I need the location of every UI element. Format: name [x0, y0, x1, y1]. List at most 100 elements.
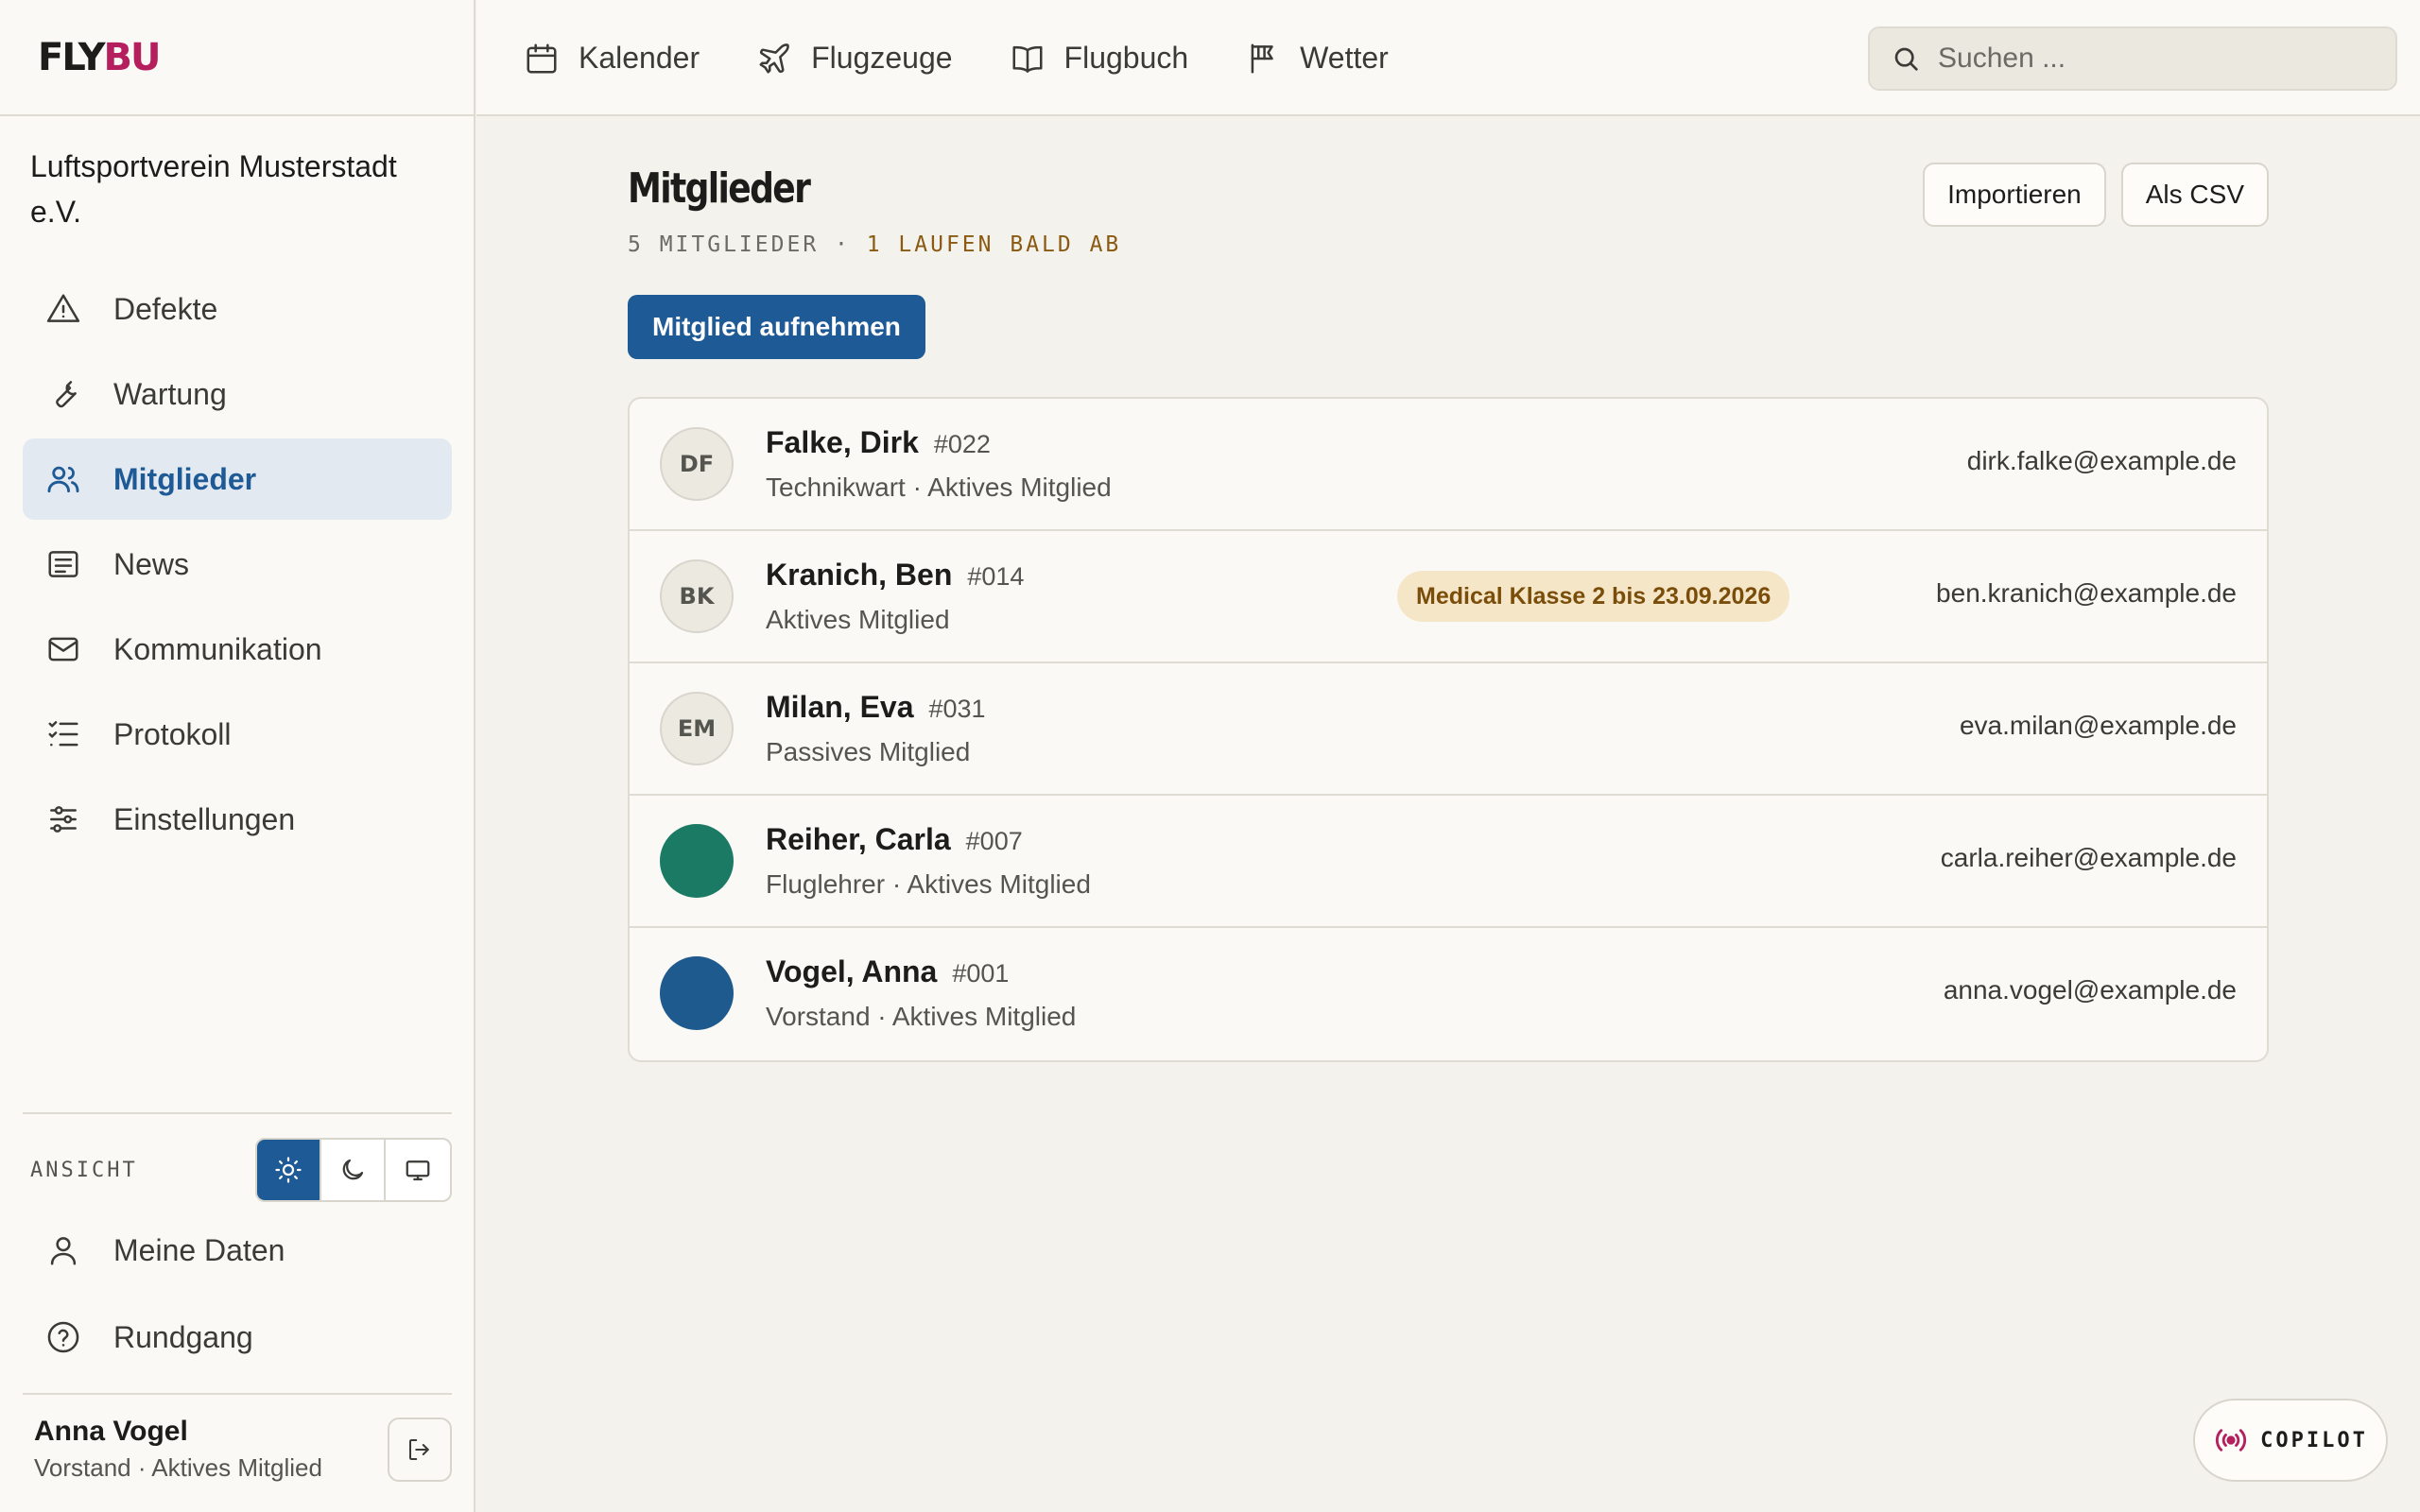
- search-input[interactable]: [1938, 43, 2373, 75]
- warning-icon: [46, 294, 80, 322]
- member-row[interactable]: DF Falke, Dirk #022 Technikwart · Aktives…: [630, 399, 2267, 531]
- topnav-kalender[interactable]: Kalender: [524, 41, 700, 77]
- view-row: ANSICHT: [23, 1138, 452, 1202]
- topnav-wetter[interactable]: Wetter: [1245, 41, 1389, 77]
- sidebar-item-wartung[interactable]: Wartung: [23, 353, 452, 435]
- member-email: dirk.falke@example.de: [1966, 446, 2237, 475]
- page-title: Mitglieder: [628, 164, 811, 213]
- app-root: FLYBU Luftsportverein Musterstadt e.V. D…: [0, 0, 2420, 1512]
- member-name: Kranich, Ben #014: [766, 558, 1024, 593]
- member-row[interactable]: EM Milan, Eva #031 Passives Mitglied eva.…: [630, 663, 2267, 796]
- theme-dark-button[interactable]: [321, 1140, 386, 1200]
- avatar: BK: [660, 559, 734, 633]
- news-icon: [48, 551, 78, 577]
- theme-system-button[interactable]: [386, 1140, 450, 1200]
- member-row[interactable]: BK Kranich, Ben #014 Aktives Mitglied Med…: [630, 531, 2267, 663]
- user-role: Vorstand · Aktives Mitglied: [34, 1453, 322, 1482]
- logo-part-bu: BU: [103, 35, 162, 79]
- user-name: Anna Vogel: [34, 1416, 188, 1447]
- add-member-button[interactable]: Mitglied aufnehmen: [628, 295, 925, 359]
- topnav-flugbuch[interactable]: Flugbuch: [1010, 41, 1188, 77]
- logo[interactable]: FLYBU: [38, 35, 162, 79]
- member-number: #001: [952, 959, 1010, 988]
- member-list: DF Falke, Dirk #022 Technikwart · Aktives…: [628, 397, 2269, 1062]
- sidebar-item-label: Defekte: [113, 291, 218, 326]
- theme-light-button[interactable]: [257, 1140, 321, 1200]
- member-number: #014: [967, 562, 1025, 591]
- member-name-text: Kranich, Ben: [766, 558, 953, 592]
- wrench-icon: [56, 381, 77, 408]
- member-email: carla.reiher@example.de: [1940, 843, 2237, 872]
- topbar: Kalender Flugzeuge Flugbuch Wetter: [476, 0, 2420, 116]
- avatar: [660, 956, 734, 1030]
- sidebar-divider: [23, 1112, 452, 1114]
- sliders-icon: [50, 806, 77, 833]
- member-row[interactable]: Vogel, Anna #001 Vorstand · Aktives Mitgl…: [630, 928, 2267, 1060]
- member-role: Vorstand · Aktives Mitglied: [766, 1002, 1077, 1031]
- list-icon: [48, 721, 78, 747]
- member-name-text: Falke, Dirk: [766, 425, 919, 459]
- sidebar-item-label: News: [113, 546, 190, 581]
- header-actions: Importieren Als CSV: [1908, 163, 2269, 227]
- copilot-label: COPILOT: [2260, 1428, 2368, 1452]
- logout-button[interactable]: [388, 1418, 452, 1482]
- import-button[interactable]: Importieren: [1923, 163, 2106, 227]
- sidebar-item-mitglieder[interactable]: Mitglieder: [23, 438, 452, 520]
- member-number: #007: [965, 827, 1023, 855]
- sidebar: FLYBU Luftsportverein Musterstadt e.V. D…: [0, 0, 475, 1512]
- avatar: [660, 824, 734, 898]
- member-number: #022: [933, 430, 991, 458]
- member-role: Fluglehrer · Aktives Mitglied: [766, 869, 1091, 899]
- sidebar-item-defekte[interactable]: Defekte: [23, 268, 452, 350]
- topnav-label: Flugzeuge: [811, 41, 953, 75]
- member-name-text: Vogel, Anna: [766, 954, 938, 988]
- broadcast-icon: [2216, 1429, 2247, 1452]
- view-label: ANSICHT: [30, 1158, 138, 1182]
- sidebar-item-label: Meine Daten: [113, 1232, 285, 1267]
- member-count: 5 MITGLIEDER: [628, 232, 820, 257]
- member-name-text: Reiher, Carla: [766, 822, 951, 856]
- sidebar-item-kommunikation[interactable]: Kommunikation: [23, 609, 452, 690]
- search-icon: [1894, 47, 1918, 71]
- member-name: Vogel, Anna #001: [766, 954, 1009, 989]
- medical-expiry-badge: Medical Klasse 2 bis 23.09.2026: [1397, 571, 1790, 622]
- sidebar-item-rundgang[interactable]: Rundgang: [23, 1297, 452, 1378]
- sun-icon: [275, 1157, 302, 1183]
- member-name: Milan, Eva #031: [766, 690, 986, 725]
- sidebar-item-protokoll[interactable]: Protokoll: [23, 694, 452, 775]
- search-box: [1868, 26, 2397, 91]
- sidebar-nav: Defekte Wartung Mitglieder News Kommunik…: [23, 268, 452, 864]
- logout-icon: [409, 1439, 429, 1460]
- member-name: Falke, Dirk #022: [766, 425, 991, 460]
- page-subtitle: 5 MITGLIEDER · 1 LAUFEN BALD AB: [628, 232, 1121, 257]
- calendar-icon: [527, 43, 557, 74]
- export-csv-button[interactable]: Als CSV: [2120, 163, 2269, 227]
- users-icon: [47, 466, 79, 493]
- user-icon: [50, 1237, 77, 1265]
- avatar: EM: [660, 692, 734, 765]
- member-email: anna.vogel@example.de: [1943, 975, 2237, 1005]
- member-row[interactable]: Reiher, Carla #007 Fluglehrer · Aktives M…: [630, 796, 2267, 928]
- avatar: DF: [660, 427, 734, 501]
- topnav-flugzeuge[interactable]: Flugzeuge: [756, 41, 953, 77]
- monitor-icon: [406, 1160, 430, 1181]
- copilot-button[interactable]: COPILOT: [2193, 1399, 2388, 1482]
- member-role: Aktives Mitglied: [766, 605, 950, 634]
- user-box: Anna Vogel Vorstand · Aktives Mitglied: [23, 1393, 452, 1512]
- sidebar-item-label: Mitglieder: [113, 461, 257, 496]
- sidebar-item-label: Protokoll: [113, 716, 232, 751]
- help-icon: [47, 1321, 79, 1353]
- logo-area: FLYBU: [0, 0, 474, 116]
- mail-icon: [48, 637, 78, 662]
- book-icon: [1012, 45, 1043, 73]
- moon-icon: [342, 1159, 364, 1180]
- member-name-text: Milan, Eva: [766, 690, 914, 724]
- theme-toggle: [255, 1138, 452, 1202]
- sidebar-item-einstellungen[interactable]: Einstellungen: [23, 779, 452, 860]
- sidebar-bottom-nav: Meine Daten Rundgang: [23, 1210, 452, 1382]
- sidebar-item-news[interactable]: News: [23, 524, 452, 605]
- member-name: Reiher, Carla #007: [766, 822, 1023, 857]
- member-email: eva.milan@example.de: [1959, 711, 2237, 740]
- member-email: ben.kranich@example.de: [1936, 578, 2237, 608]
- sidebar-item-meine-daten[interactable]: Meine Daten: [23, 1210, 452, 1291]
